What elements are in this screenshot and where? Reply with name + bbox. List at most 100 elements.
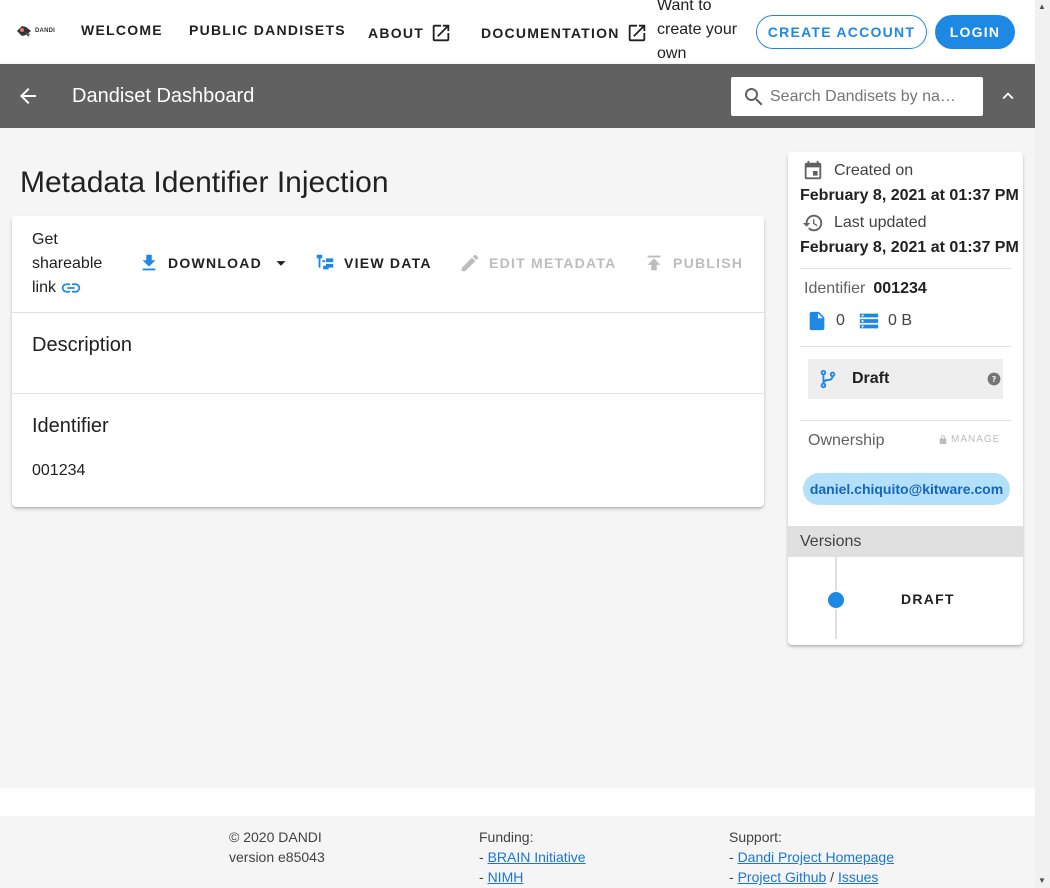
timeline-dot (827, 591, 845, 609)
edit-metadata-label: EDIT METADATA (489, 255, 617, 271)
history-icon (802, 214, 823, 232)
dandiset-toolbar: Get shareable link DOWNLOAD VIEW DATA ED… (12, 216, 764, 313)
svg-text:?: ? (992, 374, 997, 384)
side-identifier: Identifier 001234 (804, 280, 927, 298)
footer-copyright: © 2020 DANDI version e85043 (229, 827, 325, 867)
dandi-homepage-link[interactable]: Dandi Project Homepage (738, 849, 894, 865)
issues-link[interactable]: Issues (838, 869, 878, 885)
top-navbar: DANDI WELCOME PUBLIC DANDISETS ABOUT DOC… (0, 0, 1035, 86)
dandi-logo-icon (17, 26, 31, 37)
nav-documentation[interactable]: DOCUMENTATION (481, 22, 648, 44)
download-icon (142, 254, 156, 271)
download-button[interactable]: DOWNLOAD (138, 252, 292, 274)
source-branch-icon (820, 369, 836, 389)
file-count-value: 0 (836, 312, 845, 329)
version-text: version e85043 (229, 849, 325, 865)
ownership-label: Ownership (808, 432, 885, 449)
vertical-scrollbar[interactable]: ▲ ▼ (1035, 0, 1050, 888)
open-in-new-icon (628, 24, 645, 42)
footer-support: Support: - Dandi Project Homepage - Proj… (729, 827, 894, 887)
chevron-up-icon[interactable] (997, 85, 1019, 107)
version-draft-button[interactable]: DRAFT (901, 591, 955, 607)
footer: © 2020 DANDI version e85043 Funding: - B… (0, 816, 1035, 888)
footer-funding: Funding: - BRAIN Initiative - NIMH (479, 827, 586, 887)
nimh-link[interactable]: NIMH (488, 869, 524, 885)
updated-date: February 8, 2021 at 01:37 PM (800, 239, 1019, 256)
pencil-icon (461, 254, 479, 272)
identifier-section: Identifier 001234 (12, 394, 764, 507)
draft-label: Draft (852, 370, 890, 387)
calendar-icon (804, 160, 822, 180)
publish-button[interactable]: PUBLISH (643, 252, 743, 274)
updated-row: Last updated (802, 212, 927, 234)
identifier-title: Identifier (32, 415, 109, 437)
publish-icon (647, 255, 661, 271)
dandi-logo[interactable]: DANDI (16, 24, 55, 38)
list-dash: - (729, 869, 734, 885)
file-icon (809, 311, 825, 331)
dandiset-side-panel: Created on February 8, 2021 at 01:37 PM … (788, 152, 1023, 645)
open-in-new-icon (432, 24, 450, 42)
divider (800, 420, 1011, 421)
search-icon (745, 87, 763, 105)
download-label: DOWNLOAD (168, 255, 262, 271)
nav-welcome-label: WELCOME (81, 22, 163, 38)
login-button[interactable]: LOGIN (935, 15, 1015, 49)
nav-about[interactable]: ABOUT (368, 22, 452, 44)
dandiset-size: 0 B (858, 310, 912, 332)
updated-label: Last updated (834, 214, 927, 231)
nav-public-dandisets[interactable]: PUBLIC DANDISETS (189, 22, 346, 38)
nav-documentation-label: DOCUMENTATION (481, 25, 620, 41)
side-identifier-value: 001234 (873, 280, 927, 297)
created-label: Created on (834, 162, 914, 179)
nav-public-dandisets-label: PUBLIC DANDISETS (189, 22, 346, 38)
nav-welcome[interactable]: WELCOME (81, 22, 163, 38)
divider (800, 346, 1011, 347)
funding-label: Funding: (479, 829, 534, 845)
side-identifier-label: Identifier (804, 280, 866, 297)
project-github-link[interactable]: Project Github (738, 869, 827, 885)
nav-about-label: ABOUT (368, 25, 425, 41)
created-date: February 8, 2021 at 01:37 PM (800, 187, 1019, 204)
help-icon[interactable]: ? (987, 372, 1001, 386)
view-data-button[interactable]: VIEW DATA (314, 252, 432, 274)
arrow-back-icon[interactable] (16, 84, 40, 108)
support-label: Support: (729, 829, 782, 845)
page-title: Metadata Identifier Injection (20, 166, 389, 199)
main-content: Metadata Identifier Injection Get sharea… (0, 128, 1035, 888)
logo-text: DANDI (35, 28, 55, 34)
divider (800, 268, 1011, 269)
storage-icon (859, 313, 879, 329)
file-tree-icon (316, 254, 334, 270)
link-separator: / (830, 869, 835, 885)
scroll-up-arrow-icon[interactable]: ▲ (1038, 2, 1046, 11)
manage-button[interactable]: MANAGE (938, 434, 1000, 445)
brain-initiative-link[interactable]: BRAIN Initiative (488, 849, 586, 865)
search-box[interactable] (731, 77, 983, 116)
size-value: 0 B (888, 312, 913, 329)
lock-icon (939, 434, 947, 444)
identifier-value: 001234 (32, 462, 86, 479)
link-icon (62, 283, 81, 293)
description-section: Description (12, 313, 764, 394)
dashboard-title: Dandiset Dashboard (72, 85, 255, 107)
create-account-button[interactable]: CREATE ACCOUNT (756, 15, 927, 49)
view-data-label: VIEW DATA (344, 255, 432, 271)
owner-chip[interactable]: daniel.chiquito@kitware.com (803, 473, 1010, 505)
dandiset-dashboard-bar: Dandiset Dashboard (0, 64, 1035, 128)
caret-down-icon (276, 261, 286, 266)
publish-label: PUBLISH (673, 255, 744, 271)
copyright-text: © 2020 DANDI (229, 829, 322, 845)
edit-metadata-button[interactable]: EDIT METADATA (459, 252, 616, 274)
created-row: Created on (802, 160, 913, 182)
description-title: Description (32, 334, 133, 356)
file-count: 0 (806, 310, 845, 332)
search-input[interactable] (770, 87, 970, 106)
versions-header: Versions (788, 526, 1023, 557)
draft-status: Draft ? (808, 359, 1003, 399)
dandiset-card: Get shareable link DOWNLOAD VIEW DATA ED… (12, 216, 764, 507)
scroll-down-arrow-icon[interactable]: ▼ (1038, 876, 1046, 885)
list-dash: - (479, 849, 484, 865)
list-dash: - (479, 869, 484, 885)
share-link[interactable]: Get shareable link (32, 228, 122, 300)
